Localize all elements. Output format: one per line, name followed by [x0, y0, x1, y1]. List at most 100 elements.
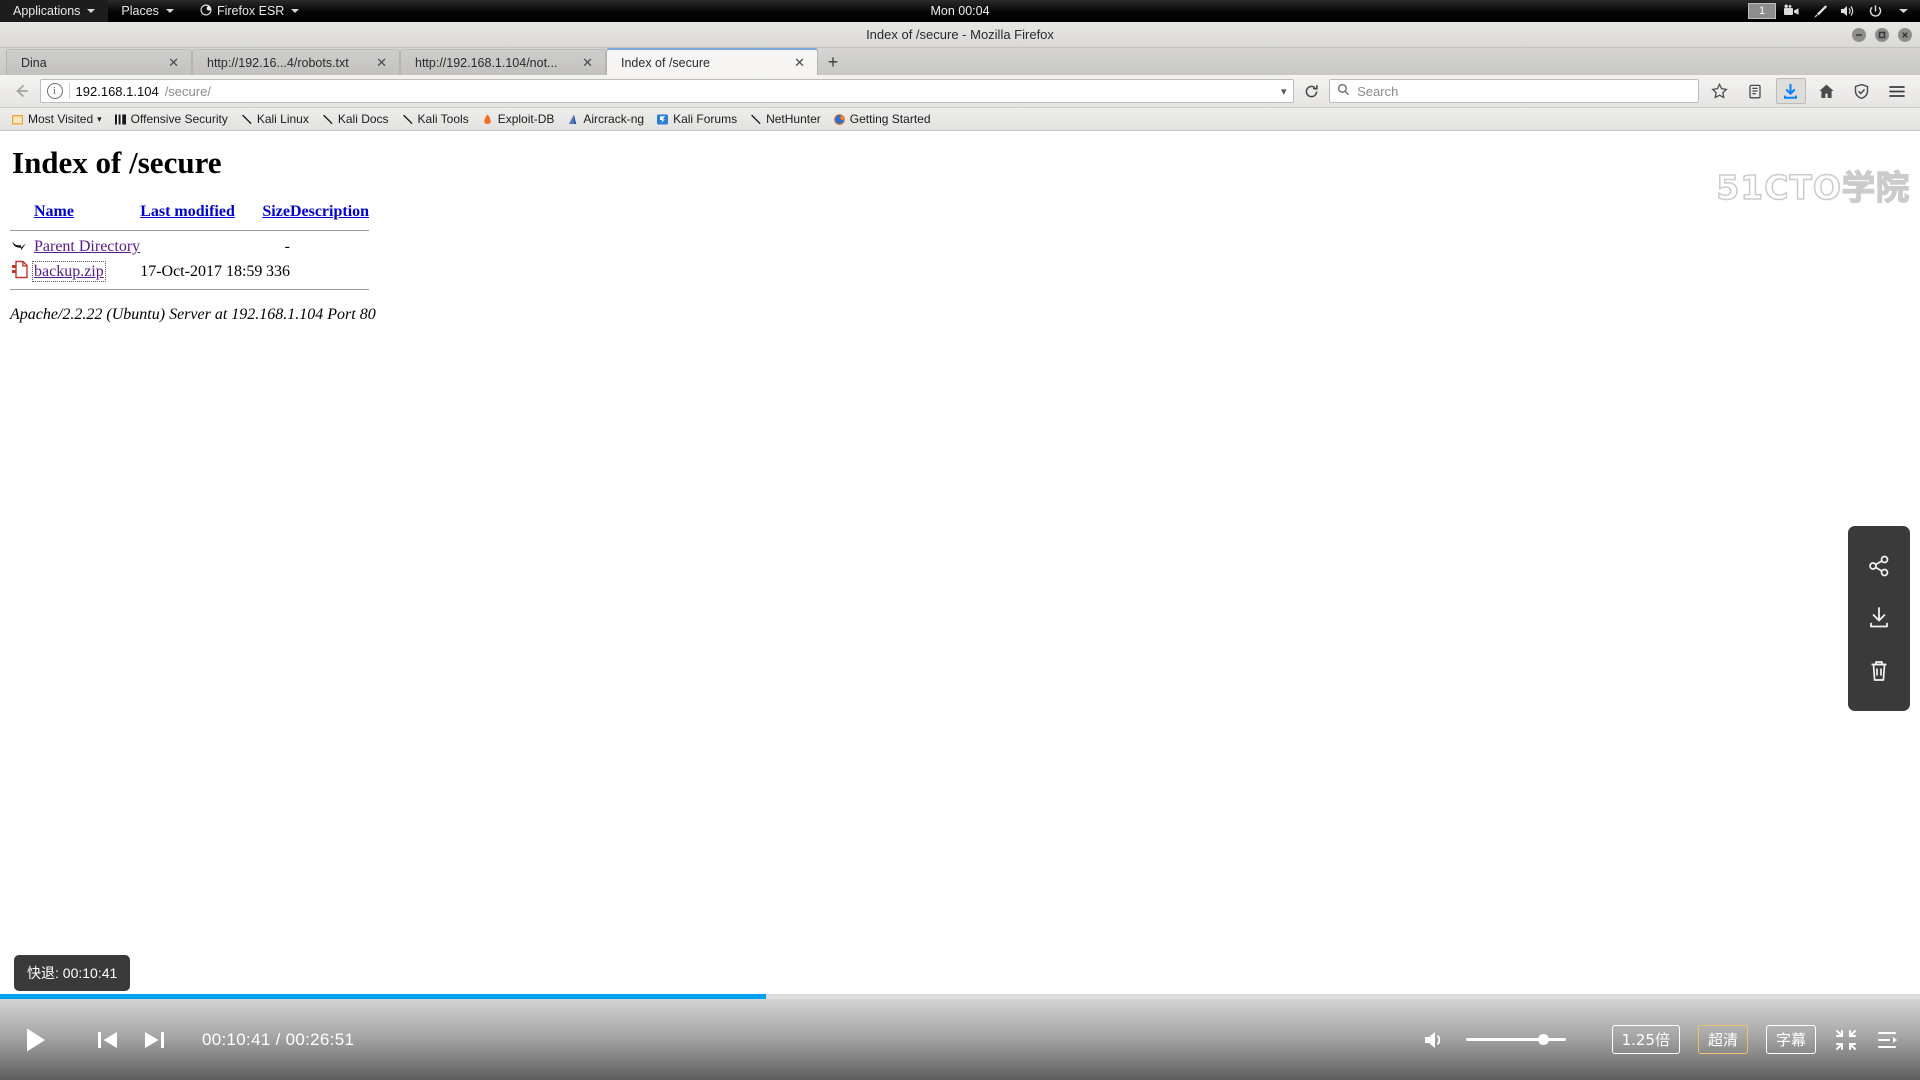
- close-icon[interactable]: ✕: [792, 56, 807, 69]
- tab-index-of-secure[interactable]: Index of /secure ✕: [606, 48, 818, 75]
- downloads-icon[interactable]: [1776, 78, 1806, 104]
- chevron-down-icon[interactable]: ▾: [1281, 85, 1287, 98]
- floating-action-rail: [1848, 526, 1910, 711]
- tab-note[interactable]: http://192.168.1.104/not... ✕: [400, 49, 606, 75]
- table-row[interactable]: Parent Directory -: [10, 235, 369, 259]
- entry-size: 336: [265, 263, 290, 280]
- column-header-name[interactable]: Name: [34, 203, 140, 226]
- shield-icon[interactable]: [1847, 78, 1876, 104]
- bookmark-kali-tools[interactable]: Kali Tools: [396, 110, 474, 128]
- power-icon[interactable]: [1862, 0, 1888, 22]
- close-icon[interactable]: ✕: [374, 56, 389, 69]
- entry-name[interactable]: backup.zip: [32, 259, 140, 285]
- window-titlebar: Index of /secure - Mozilla Firefox: [0, 22, 1920, 48]
- previous-icon[interactable]: [96, 1030, 120, 1050]
- bookmark-kali-forums[interactable]: Kali Forums: [651, 110, 742, 128]
- parent-directory-link[interactable]: Parent Directory: [34, 238, 140, 255]
- bookmark-nethunter[interactable]: NetHunter: [744, 110, 826, 128]
- volume-icon[interactable]: [1834, 0, 1860, 22]
- share-icon[interactable]: [1862, 549, 1896, 583]
- search-input[interactable]: Search: [1357, 84, 1398, 99]
- volume-knob[interactable]: [1537, 1034, 1549, 1045]
- reload-icon[interactable]: [1300, 79, 1324, 103]
- entry-last-modified: 17-Oct-2017 18:59: [140, 263, 263, 280]
- folder-icon: [12, 114, 23, 124]
- dragon-icon: [402, 114, 412, 124]
- entry-description: [290, 235, 369, 259]
- close-icon[interactable]: ✕: [580, 56, 595, 69]
- bookmark-label: Getting Started: [849, 112, 931, 126]
- sort-name-link[interactable]: Name: [34, 203, 74, 220]
- minimize-icon[interactable]: [1852, 28, 1866, 42]
- table-row[interactable]: backup.zip 17-Oct-2017 18:59 336: [10, 259, 369, 285]
- reader-icon[interactable]: [1741, 78, 1770, 104]
- directory-listing-table: Name Last modified Size Description Pare…: [10, 203, 370, 294]
- quality-button[interactable]: 超清: [1697, 1025, 1748, 1054]
- star-icon[interactable]: [1705, 78, 1734, 104]
- info-icon[interactable]: i: [46, 83, 63, 99]
- icon-column-header: [10, 203, 34, 226]
- places-menu[interactable]: Places: [108, 0, 187, 22]
- divider: [68, 83, 70, 99]
- bookmark-label: Kali Forums: [673, 112, 738, 126]
- next-icon[interactable]: [142, 1030, 166, 1050]
- tab-dina[interactable]: Dina ✕: [6, 49, 192, 75]
- volume-icon[interactable]: [1422, 1029, 1448, 1051]
- table-header-row: Name Last modified Size Description: [10, 203, 369, 226]
- close-icon[interactable]: ✕: [166, 56, 181, 69]
- column-header-last-modified[interactable]: Last modified: [140, 203, 262, 226]
- workspace-indicator[interactable]: 1: [1748, 3, 1776, 19]
- menu-icon[interactable]: [1883, 78, 1912, 104]
- archive-file-icon: [10, 259, 34, 285]
- bookmark-exploit-db[interactable]: Exploit-DB: [476, 110, 560, 128]
- arrow-left-icon[interactable]: [8, 78, 34, 104]
- exit-fullscreen-icon[interactable]: [1834, 1028, 1858, 1052]
- play-icon[interactable]: [20, 1025, 50, 1055]
- chevron-down-icon: [291, 9, 300, 13]
- home-icon[interactable]: [1812, 78, 1841, 104]
- close-icon[interactable]: [1898, 28, 1912, 42]
- brush-icon[interactable]: [1806, 0, 1832, 22]
- entry-name[interactable]: Parent Directory: [34, 235, 140, 259]
- playback-speed-button[interactable]: 1.25倍: [1611, 1025, 1680, 1054]
- subtitle-button[interactable]: 字幕: [1765, 1025, 1816, 1054]
- bookmark-kali-docs[interactable]: Kali Docs: [316, 110, 394, 128]
- download-icon[interactable]: [1862, 601, 1896, 635]
- bookmark-most-visited[interactable]: Most Visited ▾: [6, 110, 107, 128]
- dragon-icon: [241, 114, 252, 124]
- sort-size-link[interactable]: Size: [262, 203, 290, 220]
- maximize-icon[interactable]: [1875, 28, 1889, 42]
- playlist-icon[interactable]: [1876, 1029, 1900, 1051]
- column-header-size[interactable]: Size: [262, 203, 290, 226]
- window-title: Index of /secure - Mozilla Firefox: [866, 27, 1054, 42]
- chevron-down-icon[interactable]: [1890, 0, 1916, 22]
- backup-zip-link[interactable]: backup.zip: [32, 261, 106, 282]
- bookmark-offensive-security[interactable]: Offensive Security: [109, 110, 233, 128]
- video-camera-icon[interactable]: [1778, 0, 1804, 22]
- sort-last-modified-link[interactable]: Last modified: [140, 203, 235, 220]
- panel-clock[interactable]: Mon 00:04: [930, 4, 989, 18]
- bookmark-aircrack-ng[interactable]: Aircrack-ng: [561, 110, 649, 128]
- tab-strip: Dina ✕ http://192.16...4/robots.txt ✕ ht…: [0, 48, 1920, 75]
- bookmark-kali-linux[interactable]: Kali Linux: [235, 110, 314, 128]
- firefox-esr-menu[interactable]: Firefox ESR: [187, 0, 312, 22]
- column-header-description[interactable]: Description: [290, 203, 369, 226]
- tab-robots-txt[interactable]: http://192.16...4/robots.txt ✕: [192, 49, 400, 75]
- applications-menu[interactable]: Applications: [0, 0, 109, 22]
- bookmark-label: NetHunter: [766, 112, 821, 126]
- footer-divider: [10, 285, 370, 294]
- address-bar[interactable]: i 192.168.1.104/secure/ ▾: [39, 79, 1294, 103]
- new-tab-button[interactable]: +: [818, 49, 848, 75]
- sort-description-link[interactable]: Description: [290, 203, 369, 220]
- firefox-esr-label: Firefox ESR: [216, 4, 285, 18]
- bookmark-getting-started[interactable]: Getting Started: [828, 110, 936, 128]
- window-controls: [1852, 22, 1912, 48]
- volume-slider[interactable]: [1465, 1034, 1566, 1045]
- search-bar[interactable]: Search: [1329, 79, 1700, 103]
- bookmarks-toolbar: Most Visited ▾ Offensive Security Kali L…: [0, 108, 1920, 131]
- bookmark-label: Kali Tools: [417, 112, 469, 126]
- trash-icon[interactable]: [1862, 654, 1896, 688]
- chevron-down-icon: [165, 9, 174, 13]
- applications-menu-label: Applications: [13, 4, 81, 18]
- offsec-icon: [114, 114, 126, 124]
